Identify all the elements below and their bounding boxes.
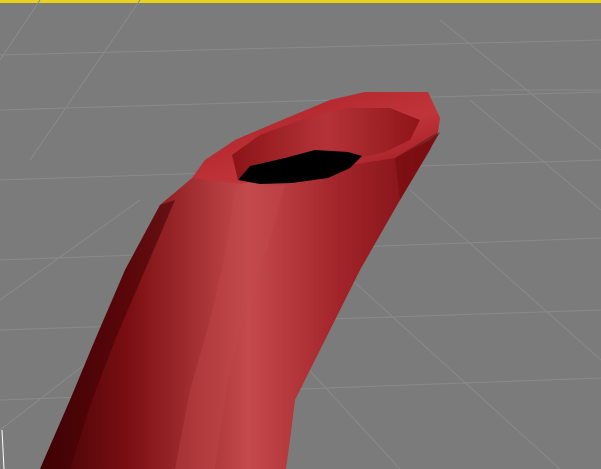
viewport-edge-marker: [1, 429, 5, 469]
viewport-scene[interactable]: [0, 0, 601, 469]
3d-viewport[interactable]: [0, 0, 601, 469]
tube-mesh[interactable]: [40, 92, 440, 469]
